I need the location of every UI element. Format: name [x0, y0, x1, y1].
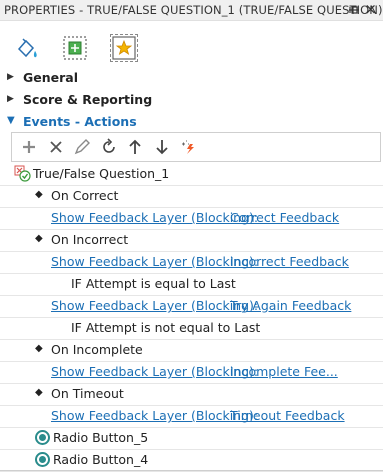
radio-button-4-row[interactable]: Radio Button_4: [0, 449, 383, 472]
object-label: Radio Button_4: [53, 452, 149, 467]
action-target-link[interactable]: Correct Feedback: [230, 210, 339, 225]
radio-button-5-row[interactable]: Radio Button_5: [0, 427, 383, 450]
event-label: On Incorrect: [51, 232, 129, 247]
panel-titlebar: PROPERTIES - TRUE/FALSE QUESTION_1 (TRUE…: [0, 0, 383, 21]
event-label: On Correct: [51, 188, 119, 203]
action-link[interactable]: Show Feedback Layer (Blocking):: [51, 298, 258, 313]
panel-title: PROPERTIES - TRUE/FALSE QUESTION_1 (TRUE…: [4, 3, 383, 17]
tree-root-label: True/False Question_1: [33, 166, 170, 181]
section-score-reporting[interactable]: ▶ Score & Reporting: [0, 89, 383, 111]
tree-root-row[interactable]: True/False Question_1: [0, 163, 383, 186]
condition-row[interactable]: IF Attempt is equal to Last: [0, 273, 383, 296]
action-target-link[interactable]: Incorrect Feedback: [230, 254, 349, 269]
action-target-link[interactable]: Try Again Feedback: [230, 298, 351, 313]
refresh-icon[interactable]: [100, 138, 118, 156]
move-down-icon[interactable]: [153, 138, 171, 156]
panel-bottom-border: [0, 470, 383, 471]
action-link[interactable]: Show Feedback Layer (Blocking):: [51, 254, 258, 269]
action-link[interactable]: Show Feedback Layer (Blocking):: [51, 408, 258, 423]
move-up-icon[interactable]: [126, 138, 144, 156]
action-link[interactable]: Show Feedback Layer (Blocking):: [51, 210, 258, 225]
event-label: On Incomplete: [51, 342, 143, 357]
fill-paint-icon[interactable]: [14, 35, 40, 61]
action-row[interactable]: Show Feedback Layer (Blocking): Incomple…: [0, 361, 383, 384]
condition-row[interactable]: IF Attempt is not equal to Last: [0, 317, 383, 340]
object-label: Radio Button_5: [53, 430, 149, 445]
properties-tabs: [0, 21, 383, 63]
action-link[interactable]: Show Feedback Layer (Blocking):: [51, 364, 258, 379]
diamond-icon: ◆: [35, 343, 43, 354]
event-label: On Timeout: [51, 386, 124, 401]
edit-icon[interactable]: [73, 138, 91, 156]
add-icon[interactable]: [20, 138, 38, 156]
expand-arrow-icon: ▶: [7, 72, 14, 82]
collapse-arrow-icon: ▼: [7, 115, 15, 126]
condition-label: IF Attempt is equal to Last: [71, 276, 236, 291]
action-row[interactable]: Show Feedback Layer (Blocking): Correct …: [0, 207, 383, 230]
event-on-incomplete[interactable]: ◆ On Incomplete: [0, 339, 383, 362]
action-row[interactable]: Show Feedback Layer (Blocking): Timeout …: [0, 405, 383, 428]
action-target-link[interactable]: Timeout Feedback: [230, 408, 345, 423]
star-effects-icon[interactable]: [110, 34, 138, 62]
actions-toolbar: [11, 132, 381, 162]
event-on-incorrect[interactable]: ◆ On Incorrect: [0, 229, 383, 252]
question-icon: [14, 165, 31, 182]
event-on-correct[interactable]: ◆ On Correct: [0, 185, 383, 208]
action-row[interactable]: Show Feedback Layer (Blocking): Incorrec…: [0, 251, 383, 274]
diamond-icon: ◆: [35, 387, 43, 398]
radio-button-icon: [35, 430, 50, 445]
magic-icon[interactable]: [180, 138, 198, 156]
close-icon[interactable]: ×: [364, 1, 377, 17]
action-target-link[interactable]: Incomplete Fee...: [230, 364, 338, 379]
section-general[interactable]: ▶ General: [0, 67, 383, 89]
size-position-icon[interactable]: [62, 35, 88, 61]
expand-arrow-icon: ▶: [7, 94, 14, 104]
diamond-icon: ◆: [35, 189, 43, 200]
condition-label: IF Attempt is not equal to Last: [71, 320, 261, 335]
pin-icon[interactable]: [347, 3, 361, 17]
event-on-timeout[interactable]: ◆ On Timeout: [0, 383, 383, 406]
radio-button-icon: [35, 452, 50, 467]
diamond-icon: ◆: [35, 233, 43, 244]
section-events-actions[interactable]: ▼ Events - Actions: [0, 111, 383, 133]
delete-icon[interactable]: [47, 138, 65, 156]
action-row[interactable]: Show Feedback Layer (Blocking): Try Agai…: [0, 295, 383, 318]
